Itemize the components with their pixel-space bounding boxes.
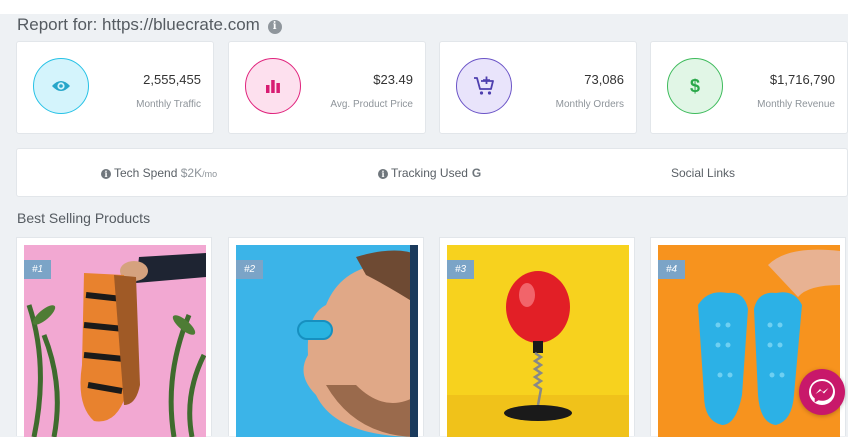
eye-icon: [33, 58, 89, 114]
info-icon: i: [101, 169, 111, 179]
report-prefix: Report for:: [17, 15, 98, 34]
rank-badge: #4: [658, 260, 686, 279]
stat-label: Monthly Revenue: [757, 99, 835, 110]
stat-card-traffic: 2,555,455 Monthly Traffic: [16, 41, 214, 134]
tracking-used[interactable]: i Tracking Used G: [378, 165, 481, 181]
product-card[interactable]: #1: [16, 237, 212, 437]
google-icon[interactable]: G: [472, 166, 481, 180]
messenger-button[interactable]: [799, 369, 845, 415]
rank-badge: #2: [236, 260, 264, 279]
social-links[interactable]: Social Links: [671, 165, 735, 181]
info-icon: i: [378, 169, 388, 179]
best-selling-title: Best Selling Products: [17, 210, 151, 226]
stat-value: $1,716,790: [769, 72, 835, 87]
report-url[interactable]: https://bluecrate.com: [102, 15, 260, 34]
tracking-used-label: Tracking Used: [391, 166, 468, 180]
top-strip: [0, 0, 848, 14]
report-title: Report for: https://bluecrate.com i: [17, 13, 282, 37]
tech-spend[interactable]: i Tech Spend $2K/mo: [101, 165, 217, 182]
rank-badge: #1: [24, 260, 52, 279]
product-card[interactable]: #3: [439, 237, 635, 437]
messenger-icon: [809, 379, 835, 405]
rank-badge: #3: [447, 260, 475, 279]
stat-card-orders: 73,086 Monthly Orders: [439, 41, 637, 134]
stat-card-revenue: $ $1,716,790 Monthly Revenue: [650, 41, 848, 134]
cart-plus-icon: [456, 58, 512, 114]
product-card[interactable]: #2: [228, 237, 424, 437]
info-bar: i Tech Spend $2K/mo i Tracking Used G Socia…: [16, 148, 848, 197]
product-image[interactable]: #2: [236, 245, 418, 437]
dollar-icon: $: [667, 58, 723, 114]
product-image[interactable]: #3: [447, 245, 629, 437]
svg-text:$: $: [690, 76, 700, 96]
stat-value: 2,555,455: [143, 72, 201, 87]
product-image[interactable]: #1: [24, 245, 206, 437]
tech-spend-value: $2K/mo: [180, 166, 218, 180]
info-icon[interactable]: i: [267, 20, 282, 34]
stat-value: $23.49: [373, 72, 413, 87]
tech-spend-label: Tech Spend: [114, 166, 178, 180]
stat-label: Monthly Orders: [555, 99, 624, 110]
stat-value: 73,086: [584, 72, 624, 87]
stat-label: Avg. Product Price: [330, 99, 413, 110]
stat-card-price: $23.49 Avg. Product Price: [228, 41, 426, 134]
bar-chart-icon: [245, 58, 301, 114]
stat-label: Monthly Traffic: [136, 99, 201, 110]
